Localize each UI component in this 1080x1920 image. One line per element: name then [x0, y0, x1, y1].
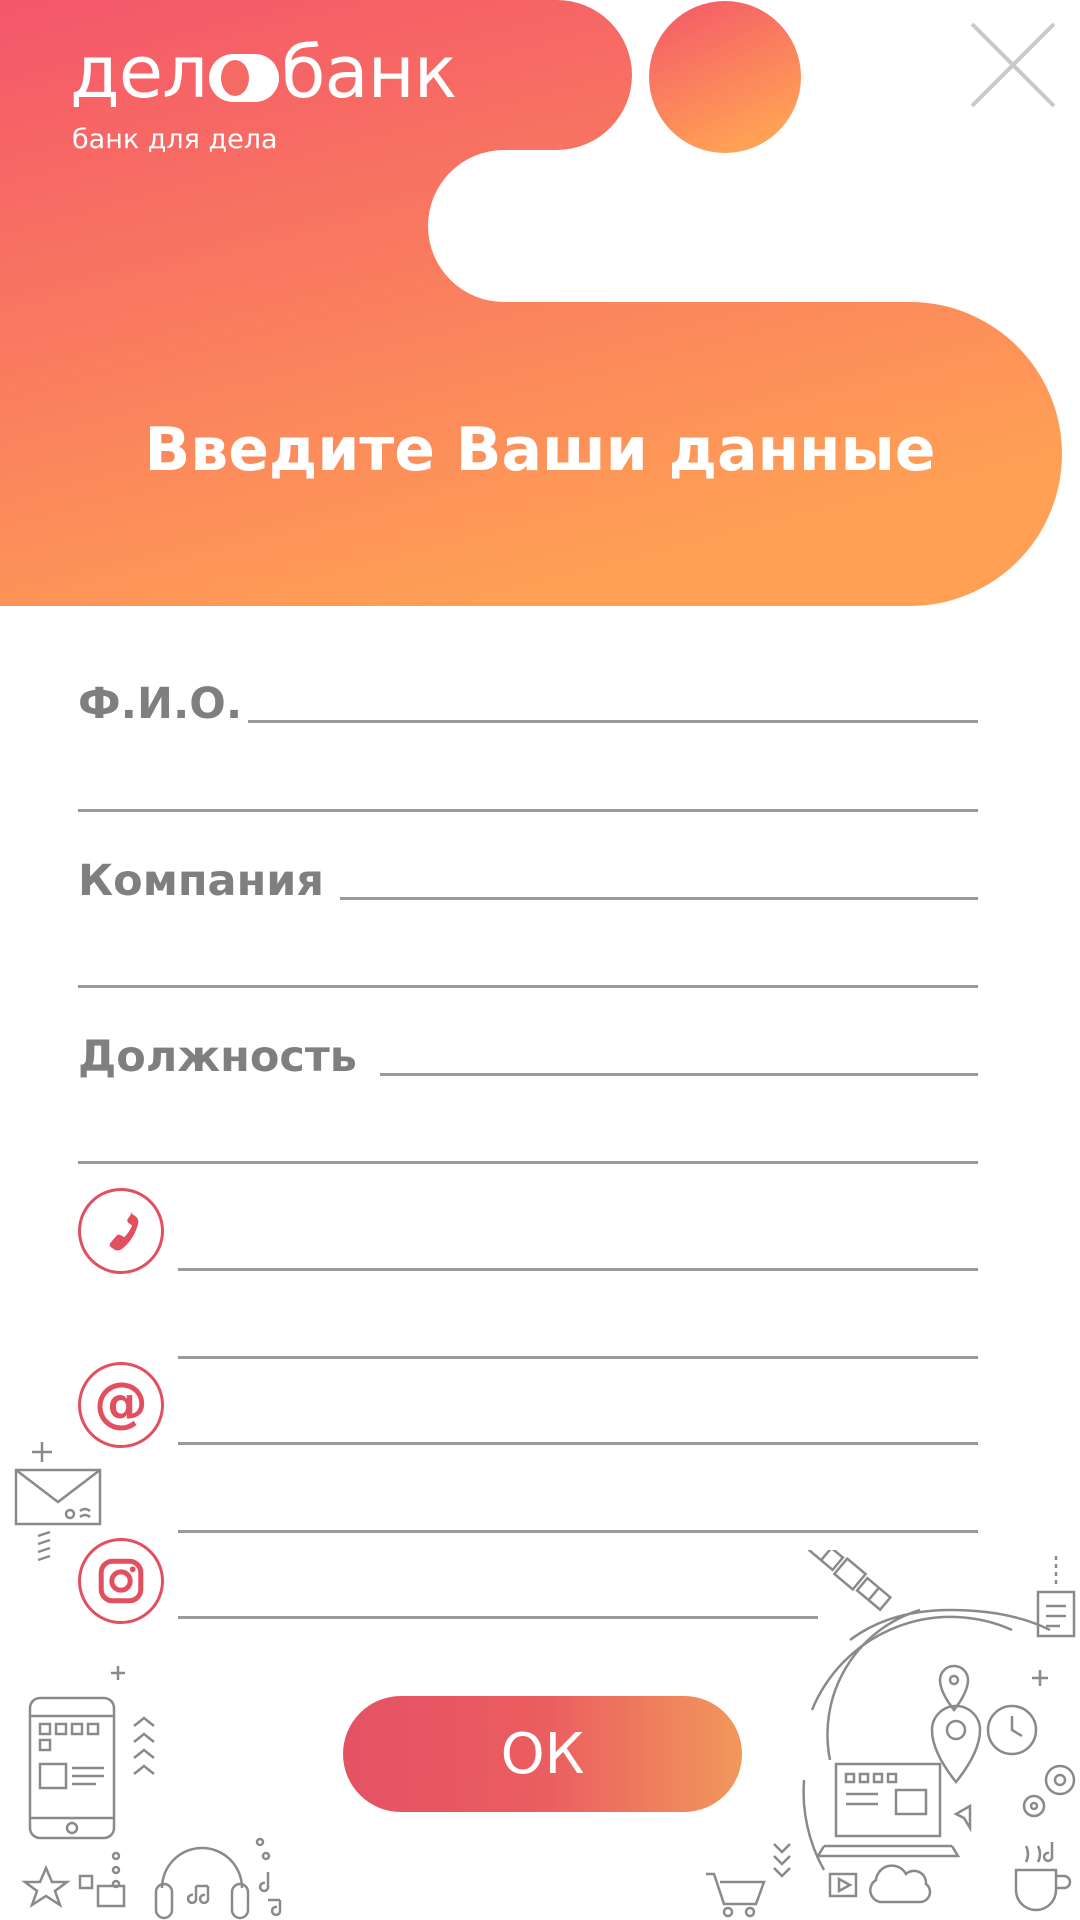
- ok-button[interactable]: ОК: [343, 1696, 742, 1812]
- at-icon: @: [94, 1371, 148, 1434]
- position-input-line-1[interactable]: [380, 1033, 978, 1076]
- globe-tech-illustration: [706, 1550, 1076, 1918]
- fio-label: Ф.И.О.: [78, 679, 243, 729]
- brand-logo-left: дел: [70, 30, 208, 114]
- fio-input-line-1[interactable]: [248, 680, 978, 723]
- position-input-line-2[interactable]: [78, 1121, 978, 1164]
- company-input-line-2[interactable]: [78, 945, 978, 988]
- email-input-line-2[interactable]: [178, 1490, 978, 1533]
- mobile-apps-illustration: [21, 1666, 282, 1920]
- brand-logo: дел банк: [70, 30, 457, 114]
- position-label: Должность: [78, 1032, 357, 1082]
- close-icon: [970, 22, 1056, 108]
- envelope-icon: [14, 1442, 102, 1562]
- phone-input-line-2[interactable]: [178, 1316, 978, 1359]
- phone-input-line-1[interactable]: [178, 1228, 978, 1271]
- company-label: Компания: [78, 856, 325, 906]
- close-button[interactable]: [968, 20, 1058, 110]
- fio-input-line-2[interactable]: [78, 769, 978, 812]
- brand-tagline: банк для дела: [72, 124, 278, 155]
- brand-logo-pill-icon: [209, 54, 280, 102]
- page-title: Введите Ваши данные: [144, 415, 936, 485]
- phone-icon-badge: [78, 1188, 164, 1274]
- phone-icon: [109, 1210, 139, 1251]
- company-input-line-1[interactable]: [340, 857, 978, 900]
- header-dot: [649, 1, 801, 153]
- email-icon-badge: @: [78, 1362, 164, 1448]
- email-input-line-1[interactable]: [178, 1402, 978, 1445]
- brand-logo-right: банк: [281, 30, 457, 114]
